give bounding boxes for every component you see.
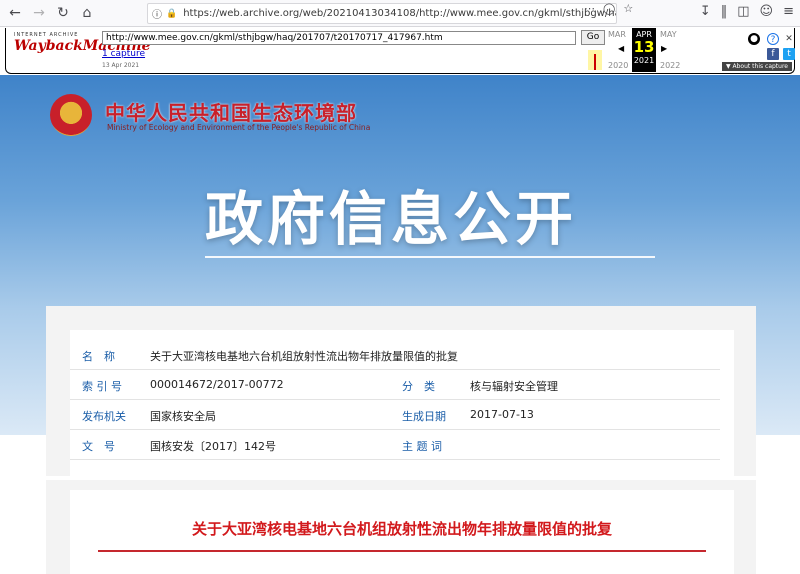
info-row-issuer: 发布机关 国家核安全局 生成日期 2017-07-13	[70, 400, 720, 430]
address-text: https://web.archive.org/web/202104130341…	[183, 8, 617, 19]
download-icon[interactable]: ↧	[700, 4, 711, 19]
capture-date: 13 Apr 2021	[102, 62, 140, 69]
help-icon[interactable]: ?	[767, 33, 779, 45]
wayback-toolbar: INTERNET ARCHIVE WaybackMachine http://w…	[5, 28, 795, 74]
national-emblem-icon	[50, 94, 92, 136]
account-icon[interactable]: ☺	[760, 4, 774, 19]
shield-icon[interactable]: ◯	[603, 2, 615, 15]
document-name: 关于大亚湾核电基地六台机组放射性流出物年排放量限值的批复	[150, 350, 458, 363]
close-icon[interactable]: ✕	[783, 33, 795, 45]
capture-sparkline[interactable]	[174, 50, 604, 70]
banner-title: 政府信息公开	[205, 185, 578, 253]
banner-divider	[205, 256, 655, 258]
ministry-name-cn[interactable]: 中华人民共和国生态环境部	[105, 97, 357, 126]
prev-capture-arrow-icon[interactable]: ◀	[618, 44, 624, 53]
info-row-name: 名 称 关于大亚湾核电基地六台机组放射性流出物年排放量限值的批复	[70, 340, 720, 370]
prev-year[interactable]: 2020	[608, 61, 628, 70]
month-navigator: MAR ◀ 2020 APR 13 2021 MAY ▶ 2022	[604, 28, 684, 72]
menu-icon[interactable]: ≡	[783, 4, 794, 19]
index-number: 000014672/2017-00772	[150, 378, 284, 391]
more-icon[interactable]: ⋯	[584, 2, 595, 15]
article-title-divider	[98, 550, 706, 552]
library-icon[interactable]: ‖	[721, 4, 728, 19]
info-table: 名 称 关于大亚湾核电基地六台机组放射性流出物年排放量限值的批复 索 引 号 0…	[70, 330, 734, 476]
home-icon[interactable]: ⌂	[76, 2, 98, 24]
next-year[interactable]: 2022	[660, 61, 680, 70]
address-bar[interactable]: ⓘ 🔒 https://web.archive.org/web/20210413…	[147, 3, 617, 24]
prev-month[interactable]: MAR	[608, 30, 626, 39]
current-capture: APR 13 2021	[632, 28, 656, 72]
wayback-logo[interactable]: INTERNET ARCHIVE WaybackMachine	[14, 32, 150, 60]
page-info-icon[interactable]: ⓘ	[152, 6, 162, 21]
reload-icon[interactable]: ↻	[52, 2, 74, 24]
info-row-doc: 文 号 国核安发〔2017〕142号 主 题 词	[70, 430, 720, 460]
star-icon[interactable]: ☆	[623, 2, 633, 15]
wayback-go-button[interactable]: Go	[581, 30, 605, 45]
next-capture-arrow-icon[interactable]: ▶	[661, 44, 667, 53]
date-value: 2017-07-13	[470, 408, 534, 421]
facebook-icon[interactable]: f	[767, 48, 779, 60]
issuer-value: 国家核安全局	[150, 410, 216, 423]
wayback-url-input[interactable]: http://www.mee.gov.cn/gkml/sthjbgw/haq/2…	[102, 31, 576, 45]
document-number: 国核安发〔2017〕142号	[150, 440, 276, 453]
back-icon[interactable]: ←	[4, 2, 26, 24]
article-title: 关于大亚湾核电基地六台机组放射性流出物年排放量限值的批复	[191, 520, 612, 538]
captures-link[interactable]: 1 capture	[102, 49, 145, 59]
url-actions: ⋯ ◯ ☆	[584, 2, 633, 15]
forward-icon[interactable]: →	[28, 2, 50, 24]
ministry-name-en: Ministry of Ecology and Environment of t…	[107, 123, 371, 132]
next-month[interactable]: MAY	[660, 30, 677, 39]
lock-icon: 🔒	[166, 8, 178, 19]
info-row-index: 索 引 号 000014672/2017-00772 分 类 核与辐射安全管理	[70, 370, 720, 400]
twitter-icon[interactable]: t	[783, 48, 795, 60]
browser-tools: ↧ ‖ ◫ ☺ ≡	[700, 4, 794, 19]
browser-toolbar: ← → ↻ ⌂ ⓘ 🔒 https://web.archive.org/web/…	[0, 0, 800, 27]
user-icon[interactable]: ●	[748, 33, 760, 45]
category-value: 核与辐射安全管理	[470, 380, 558, 393]
sidebar-icon[interactable]: ◫	[737, 4, 749, 19]
about-capture-button[interactable]: ▼ About this capture	[722, 62, 792, 71]
article-card: 关于大亚湾核电基地六台机组放射性流出物年排放量限值的批复	[70, 490, 734, 574]
